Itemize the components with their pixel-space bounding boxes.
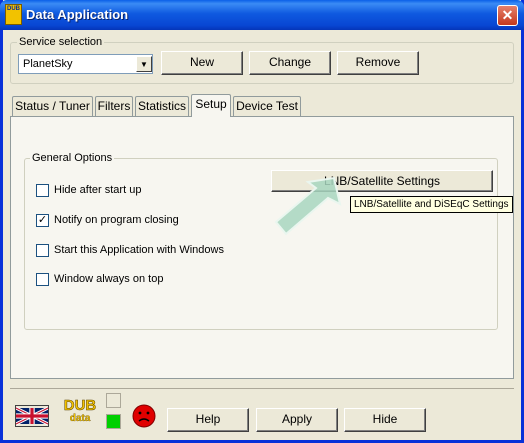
close-icon: ✕ bbox=[501, 7, 514, 23]
logo-line2: data bbox=[69, 413, 91, 424]
tab-status-tuner[interactable]: Status / Tuner bbox=[12, 96, 93, 116]
service-select-value: PlanetSky bbox=[23, 58, 73, 70]
notify-on-closing-checkbox[interactable]: ✓ bbox=[36, 214, 49, 227]
status-indicator-green bbox=[106, 414, 121, 429]
apply-button[interactable]: Apply bbox=[256, 408, 338, 432]
dub-data-logo: DUB data bbox=[62, 398, 98, 430]
logo-line1: DUB bbox=[63, 397, 97, 414]
always-on-top-checkbox[interactable] bbox=[36, 273, 49, 286]
uk-flag-icon[interactable] bbox=[15, 405, 49, 427]
close-button[interactable]: ✕ bbox=[497, 5, 518, 26]
hide-after-start-checkbox[interactable] bbox=[36, 184, 49, 197]
chevron-down-icon[interactable]: ▼ bbox=[136, 56, 152, 72]
window-title: Data Application bbox=[26, 7, 129, 22]
service-select[interactable]: PlanetSky ▼ bbox=[18, 54, 153, 74]
hide-button[interactable]: Hide bbox=[344, 408, 426, 432]
red-status-face-icon bbox=[132, 404, 156, 428]
general-options-label: General Options bbox=[30, 152, 115, 164]
start-with-windows-checkbox[interactable] bbox=[36, 244, 49, 257]
service-selection-label: Service selection bbox=[17, 36, 105, 48]
new-button[interactable]: New bbox=[161, 51, 243, 75]
tab-device-test[interactable]: Device Test bbox=[233, 96, 301, 116]
pointer-arrow-icon bbox=[274, 176, 342, 236]
change-button[interactable]: Change bbox=[249, 51, 331, 75]
lnb-tooltip: LNB/Satellite and DiSEqC Settings bbox=[350, 196, 513, 213]
status-indicator-top bbox=[106, 393, 121, 408]
tab-setup[interactable]: Setup bbox=[191, 94, 231, 117]
app-icon: DUB bbox=[5, 4, 22, 25]
tab-statistics[interactable]: Statistics bbox=[135, 96, 189, 116]
start-with-windows-label: Start this Application with Windows bbox=[54, 244, 224, 256]
hide-after-start-label: Hide after start up bbox=[54, 184, 142, 196]
tab-filters[interactable]: Filters bbox=[95, 96, 133, 116]
always-on-top-label: Window always on top bbox=[54, 273, 164, 285]
remove-button[interactable]: Remove bbox=[337, 51, 419, 75]
notify-on-closing-label: Notify on program closing bbox=[54, 214, 179, 226]
help-button[interactable]: Help bbox=[167, 408, 249, 432]
